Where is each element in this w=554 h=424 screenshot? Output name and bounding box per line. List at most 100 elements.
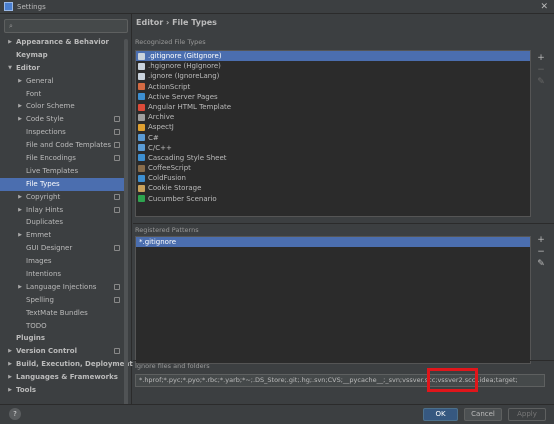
sidebar-item[interactable]: ▶ Code Style — [0, 113, 126, 126]
help-button[interactable]: ? — [9, 408, 21, 420]
sidebar-item[interactable]: TODO — [0, 320, 126, 333]
edit-file-type-button[interactable]: ✎ — [537, 76, 545, 88]
sidebar-item[interactable]: ▶ Appearance & Behavior — [0, 36, 126, 49]
sidebar-item[interactable]: ▶ Version Control — [0, 345, 126, 358]
remove-pattern-button[interactable]: − — [537, 246, 545, 258]
sidebar-item[interactable]: ▶ General — [0, 75, 126, 88]
sidebar-scrollbar[interactable] — [124, 39, 128, 407]
sidebar-item[interactable]: ▶ Copyright — [0, 191, 126, 204]
sidebar-item-label: Live Templates — [26, 166, 79, 175]
sidebar-item-label: Code Style — [26, 115, 64, 124]
sidebar-item[interactable]: ▶ Inlay Hints — [0, 204, 126, 217]
app-logo-icon — [4, 2, 13, 11]
chevron-right-icon[interactable]: ▶ — [16, 100, 24, 113]
sidebar-item[interactable]: File Encodings — [0, 152, 126, 165]
sidebar-item[interactable]: File Types — [0, 177, 126, 191]
sidebar-item-label: Emmet — [26, 231, 52, 240]
file-type-label: Active Server Pages — [148, 92, 218, 101]
file-type-icon — [138, 164, 145, 172]
sidebar-item-label: Languages & Frameworks — [16, 373, 118, 382]
file-type-item[interactable]: ActionScript — [136, 82, 530, 92]
chevron-right-icon[interactable]: ▶ — [6, 371, 14, 384]
file-type-item[interactable]: C# — [136, 133, 530, 143]
ignore-files-field[interactable]: *.hprof;*.pyc;*.pyo;*.rbc;*.yarb;*~;.DS_… — [135, 374, 545, 387]
chevron-right-icon[interactable]: ▶ — [16, 204, 24, 217]
sidebar-item-label: Intentions — [26, 270, 62, 279]
apply-button[interactable]: Apply — [508, 408, 546, 421]
sidebar-item[interactable]: Font — [0, 88, 126, 101]
file-type-label: Cascading Style Sheet — [148, 153, 227, 162]
file-type-item[interactable]: .ignore (IgnoreLang) — [136, 71, 530, 81]
file-type-item[interactable]: Cookie Storage — [136, 183, 530, 193]
sidebar-item[interactable]: File and Code Templates — [0, 139, 126, 152]
chevron-right-icon[interactable]: ▶ — [6, 345, 14, 358]
sidebar-item[interactable]: Live Templates — [0, 165, 126, 178]
chevron-right-icon[interactable]: ▶ — [6, 358, 14, 371]
file-type-item[interactable]: Angular HTML Template — [136, 102, 530, 112]
sidebar-item[interactable]: Intentions — [0, 268, 126, 281]
project-scope-icon — [114, 348, 120, 355]
chevron-right-icon[interactable]: ▶ — [16, 229, 24, 242]
sidebar-item[interactable]: Images — [0, 255, 126, 268]
chevron-right-icon[interactable]: ▶ — [16, 75, 24, 88]
remove-file-type-button[interactable]: − — [537, 64, 545, 76]
search-field[interactable] — [17, 22, 125, 30]
close-icon[interactable]: ✕ — [540, 2, 548, 12]
file-type-item[interactable]: Cucumber Scenario — [136, 194, 530, 204]
pattern-item[interactable]: *.gitignore — [136, 237, 530, 247]
file-type-item[interactable]: C/C++ — [136, 143, 530, 153]
sidebar-item[interactable]: ▼ Editor — [0, 62, 126, 75]
project-scope-icon — [114, 245, 120, 252]
sidebar-item[interactable]: Spelling — [0, 294, 126, 307]
sidebar-item[interactable]: Inspections — [0, 126, 126, 139]
file-type-icon — [138, 123, 145, 131]
file-type-item[interactable]: Archive — [136, 112, 530, 122]
chevron-right-icon[interactable]: ▶ — [6, 384, 14, 397]
file-type-item[interactable]: CoffeeScript — [136, 163, 530, 173]
file-type-icon — [138, 93, 145, 101]
search-input[interactable]: ⌕ — [4, 19, 128, 33]
file-type-item[interactable]: Active Server Pages — [136, 92, 530, 102]
sidebar-item-label: TextMate Bundles — [26, 308, 88, 317]
project-scope-icon — [114, 193, 120, 200]
edit-pattern-button[interactable]: ✎ — [537, 258, 545, 270]
ok-button[interactable]: OK — [423, 408, 458, 421]
sidebar-item[interactable]: GUI Designer — [0, 242, 126, 255]
add-pattern-button[interactable]: + — [537, 234, 545, 246]
recognized-file-types-list[interactable]: .gitignore (GitIgnore) .hgignore (HgIgnor… — [135, 50, 531, 217]
sidebar-item-label: Inspections — [26, 128, 66, 137]
sidebar-item[interactable]: ▶ Build, Execution, Deployment — [0, 358, 133, 371]
sidebar-item[interactable]: ▶ Tools — [0, 384, 126, 397]
add-file-type-button[interactable]: + — [537, 52, 545, 64]
file-type-item[interactable]: .hgignore (HgIgnore) — [136, 61, 530, 71]
breadcrumb-parent[interactable]: Editor — [136, 18, 163, 27]
file-type-label: AspectJ — [148, 123, 174, 132]
file-type-label: .ignore (IgnoreLang) — [148, 72, 220, 81]
sidebar-item-label: Duplicates — [26, 218, 63, 227]
file-type-item[interactable]: AspectJ — [136, 122, 530, 132]
sidebar-item-label: File and Code Templates — [26, 141, 112, 150]
cancel-button[interactable]: Cancel — [464, 408, 502, 421]
chevron-right-icon[interactable]: ▶ — [16, 113, 24, 126]
sidebar-item[interactable]: Plugins — [0, 332, 126, 345]
sidebar-item[interactable]: ▶ Color Scheme — [0, 100, 126, 113]
file-type-item[interactable]: ColdFusion — [136, 173, 530, 183]
file-type-item[interactable]: Cascading Style Sheet — [136, 153, 530, 163]
sidebar-item-label: Font — [26, 89, 42, 98]
chevron-down-icon[interactable]: ▼ — [6, 62, 14, 75]
sidebar-item[interactable]: ▶ Emmet — [0, 229, 126, 242]
sidebar-item[interactable]: ▶ Languages & Frameworks — [0, 371, 126, 384]
sidebar-item[interactable]: Duplicates — [0, 216, 126, 229]
sidebar-item[interactable]: Keymap — [0, 49, 126, 62]
sidebar-item-label: File Encodings — [26, 154, 76, 163]
project-scope-icon — [114, 142, 120, 149]
chevron-right-icon[interactable]: ▶ — [6, 36, 14, 49]
file-type-label: C# — [148, 133, 159, 142]
chevron-right-icon[interactable]: ▶ — [16, 191, 24, 204]
file-type-item[interactable]: .gitignore (GitIgnore) — [136, 51, 530, 62]
sidebar-item[interactable]: ▶ Language Injections — [0, 281, 126, 294]
file-type-icon — [138, 72, 145, 80]
registered-patterns-list[interactable]: *.gitignore — [135, 236, 531, 364]
chevron-right-icon[interactable]: ▶ — [16, 281, 24, 294]
sidebar-item[interactable]: TextMate Bundles — [0, 307, 126, 320]
